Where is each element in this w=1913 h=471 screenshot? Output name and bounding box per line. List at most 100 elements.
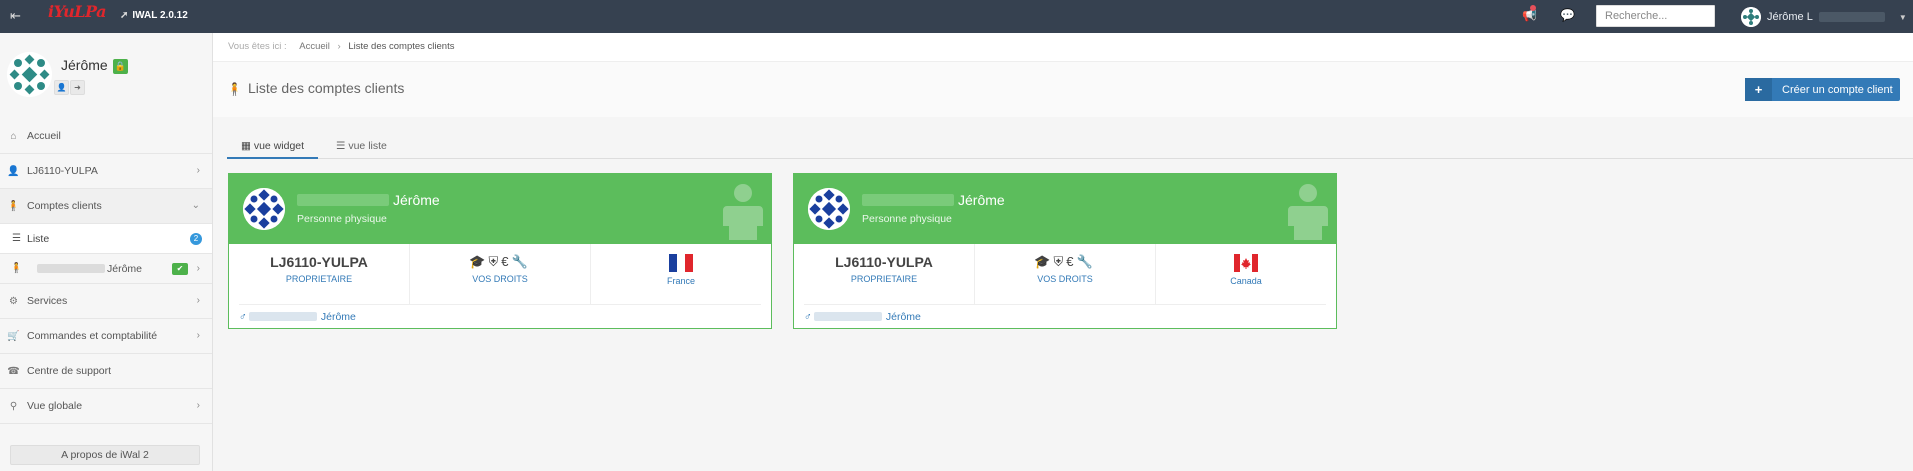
user-menu[interactable]: Jérôme L ▼ — [1741, 7, 1907, 27]
profile-name: Jérôme — [61, 57, 108, 73]
sidebar-subitem-client[interactable]: 🧍 Jérôme ✔ › — [0, 254, 212, 284]
chevron-down-icon: ⌄ — [191, 200, 200, 211]
male-icon: ♂ — [239, 311, 247, 323]
home-icon: ⌂ — [10, 130, 17, 142]
account-cell[interactable]: LJ6110-YULPA PROPRIETAIRE — [794, 244, 975, 304]
notification-badge — [1530, 5, 1536, 11]
sidebar-item-accueil[interactable]: ⌂ Accueil — [0, 119, 212, 154]
app-logo[interactable]: iYuLPa — [48, 2, 106, 26]
sidebar-item-label: Vue globale — [27, 400, 83, 412]
messages-icon[interactable]: 💬 — [1560, 8, 1575, 22]
rights-label: VOS DROITS — [1037, 274, 1093, 284]
count-badge: 2 — [190, 233, 202, 245]
about-button[interactable]: A propos de iWal 2 — [10, 445, 200, 465]
sidebar-item-services[interactable]: ⚙ Services › — [0, 284, 212, 319]
user-icon: 👤 — [7, 165, 20, 177]
rights-icons: 🎓⛨€🔧 — [410, 254, 590, 270]
rocket-icon: ➚ — [120, 10, 129, 21]
version-label: ➚ IWAL 2.0.12 — [120, 10, 188, 21]
profile-avatar — [7, 52, 52, 97]
sidebar-toggle-icon[interactable]: ⇤ — [10, 9, 26, 23]
sidebar-item-account[interactable]: 👤 LJ6110-YULPA › — [0, 154, 212, 189]
person-silhouette-icon — [1288, 184, 1328, 240]
breadcrumb-home[interactable]: Accueil — [299, 41, 330, 52]
notifications-icon[interactable]: 📢 — [1522, 5, 1537, 22]
person-icon: 🧍 — [227, 82, 242, 96]
euro-icon: € — [1066, 254, 1077, 269]
person-silhouette-icon — [723, 184, 763, 240]
client-name: Jérôme — [958, 192, 1005, 208]
sidebar-item-label: Accueil — [27, 130, 61, 142]
redacted-name — [297, 194, 389, 206]
tab-vue-widget[interactable]: ▦ vue widget — [227, 135, 319, 159]
card-footer[interactable]: ♂ Jérôme — [239, 304, 761, 324]
check-icon: ✔ — [172, 263, 188, 275]
version-text: IWAL 2.0.12 — [132, 10, 188, 21]
breadcrumb-prefix: Vous êtes ici : — [228, 41, 287, 52]
rights-cell[interactable]: 🎓⛨€🔧 VOS DROITS — [410, 244, 591, 304]
owner-name: Jérôme — [320, 311, 356, 323]
sidebar-item-support[interactable]: ☎ Centre de support — [0, 354, 212, 389]
breadcrumb: Vous êtes ici : Accueil › Liste des comp… — [213, 33, 1913, 62]
card-footer[interactable]: ♂ Jérôme — [804, 304, 1326, 324]
client-card[interactable]: Jérôme Personne physique LJ6110-YULPA PR… — [228, 173, 772, 329]
sidebar-item-comptes-clients[interactable]: 🧍 Comptes clients ⌄ — [0, 189, 212, 224]
create-client-button[interactable]: + Créer un compte client — [1745, 78, 1900, 101]
sidebar-item-vue-globale[interactable]: ⚲ Vue globale › — [0, 389, 212, 424]
search-input[interactable] — [1596, 5, 1715, 27]
page-title-text: Liste des comptes clients — [247, 80, 405, 96]
sidebar-item-commandes[interactable]: 🛒 Commandes et comptabilité › — [0, 319, 212, 354]
redacted-owner — [248, 312, 317, 321]
country-cell[interactable]: Canada — [1156, 244, 1336, 304]
country-name: France — [666, 276, 695, 286]
tab-vue-liste[interactable]: ☰ vue liste — [322, 135, 401, 159]
sidebar-nav: ⌂ Accueil 👤 LJ6110-YULPA › 🧍 Comptes cli… — [0, 119, 212, 424]
create-client-label: Créer un compte client — [1782, 83, 1893, 96]
chevron-right-icon: › — [196, 165, 200, 176]
support-icon: ☎ — [7, 365, 20, 377]
chevron-down-icon: ▼ — [1898, 12, 1907, 22]
sidebar-item-label: Services — [27, 295, 68, 307]
account-role: PROPRIETAIRE — [285, 274, 353, 284]
country-cell[interactable]: France — [591, 244, 771, 304]
wrench-icon: 🔧 — [511, 254, 531, 269]
profile-lock-icon: 🔒 — [113, 59, 128, 74]
page-header: 🧍 Liste des comptes clients + Créer un co… — [213, 62, 1913, 117]
account-cell[interactable]: LJ6110-YULPA PROPRIETAIRE — [229, 244, 410, 304]
tab-label: vue liste — [348, 140, 387, 152]
country-name: Canada — [1230, 276, 1262, 286]
rights-cell[interactable]: 🎓⛨€🔧 VOS DROITS — [975, 244, 1156, 304]
top-navbar: ⇤ iYuLPa ➚IWAL 2.0.12 📢 💬 Jérôme L ▼ — [0, 0, 1913, 33]
client-name: Jérôme — [393, 192, 440, 208]
sidebar: Jérôme 🔒 👤 ➜ ⌂ Accueil 👤 LJ6110-YULPA › … — [0, 33, 213, 471]
logout-button[interactable]: ➜ — [70, 80, 85, 95]
list-icon: ☰ — [12, 233, 21, 244]
wrench-icon: 🔧 — [1076, 254, 1096, 269]
sidebar-subitem-label: Liste — [27, 232, 50, 245]
sidebar-profile: Jérôme 🔒 👤 ➜ — [0, 33, 212, 118]
chevron-right-icon: › — [196, 263, 200, 274]
breadcrumb-current: Liste des comptes clients — [348, 41, 455, 52]
card-body: LJ6110-YULPA PROPRIETAIRE 🎓⛨€🔧 VOS DROIT… — [229, 244, 771, 304]
france-flag-icon — [669, 254, 693, 272]
person-icon: 🧍 — [7, 200, 20, 212]
binoculars-icon: ⚲ — [9, 400, 18, 412]
client-card[interactable]: Jérôme Personne physique LJ6110-YULPA PR… — [793, 173, 1337, 329]
sidebar-subitem-liste[interactable]: ☰ Liste 2 — [0, 224, 212, 254]
sidebar-subitem-label: Jérôme — [107, 262, 143, 275]
profile-user-button[interactable]: 👤 — [54, 80, 69, 95]
main-content: ▦ vue widget ☰ vue liste Jérôme Personne… — [213, 117, 1913, 471]
tab-label: vue widget — [253, 140, 305, 152]
euro-icon: € — [501, 254, 512, 269]
cart-icon: 🛒 — [7, 330, 20, 342]
graduation-cap-icon: 🎓 — [1034, 254, 1054, 269]
sidebar-item-label: LJ6110-YULPA — [27, 165, 98, 177]
shield-icon: ⛨ — [488, 254, 502, 269]
shield-icon: ⛨ — [1053, 254, 1067, 269]
account-id: LJ6110-YULPA — [270, 254, 368, 270]
user-name: Jérôme L — [1767, 11, 1813, 23]
chevron-right-icon: › — [196, 295, 200, 306]
user-avatar — [1741, 7, 1761, 27]
client-type: Personne physique — [297, 213, 387, 225]
account-role: PROPRIETAIRE — [850, 274, 918, 284]
